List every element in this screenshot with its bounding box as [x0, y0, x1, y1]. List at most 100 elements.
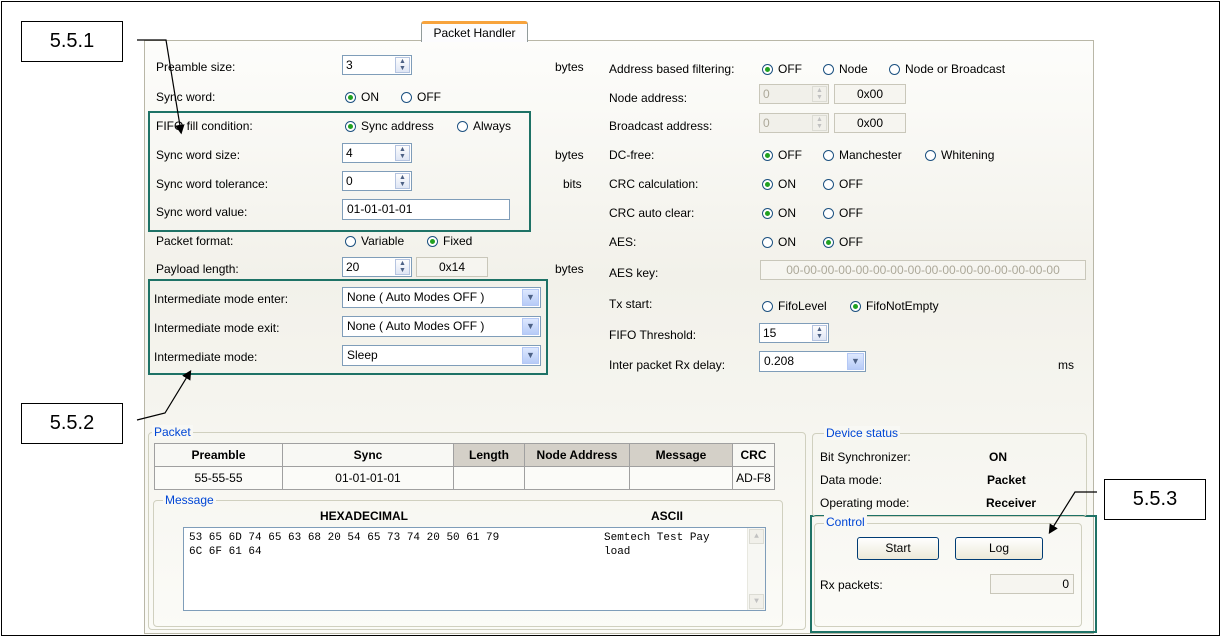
spinner-arrows-icon[interactable]: ▲ ▼: [812, 325, 827, 341]
im-enter-select[interactable]: None ( Auto Modes OFF ) ▼: [342, 287, 541, 308]
im-mode-select[interactable]: Sleep ▼: [342, 345, 541, 366]
sync-word-size-unit: bytes: [555, 148, 584, 162]
crc-clear-off-radio[interactable]: OFF: [823, 206, 863, 220]
radio-checked-icon: [345, 92, 356, 103]
radio-icon: [823, 150, 834, 161]
sync-word-tolerance-unit: bits: [563, 177, 582, 191]
sync-word-value-input[interactable]: 01-01-01-01: [342, 199, 510, 220]
fifo-fill-sync-address-radio[interactable]: Sync address: [345, 119, 434, 133]
dc-free-whitening-radio[interactable]: Whitening: [925, 148, 994, 162]
broadcast-address-spinner[interactable]: 0 ▲ ▼: [759, 113, 829, 133]
op-mode-value: Receiver: [986, 496, 1037, 510]
packet-format-variable-radio[interactable]: Variable: [345, 234, 404, 248]
fifo-threshold-label: FIFO Threshold:: [609, 328, 697, 342]
rx-delay-unit: ms: [1058, 358, 1074, 372]
dc-free-off-radio[interactable]: OFF: [762, 148, 802, 162]
dc-free-label: DC-free:: [609, 148, 655, 162]
preamble-size-label: Preamble size:: [156, 60, 236, 74]
tx-start-fifolevel-radio[interactable]: FifoLevel: [762, 299, 827, 313]
node-address-spinner[interactable]: 0 ▲ ▼: [759, 84, 829, 104]
hex-line-2: 6C 6F 61 64: [189, 546, 262, 558]
addr-filter-node-radio[interactable]: Node: [823, 62, 868, 76]
addr-filter-off-radio[interactable]: OFF: [762, 62, 802, 76]
preamble-size-spinner[interactable]: 3 ▲ ▼: [342, 55, 412, 75]
spinner-arrows-icon[interactable]: ▲ ▼: [395, 173, 410, 189]
crc-calc-off-radio[interactable]: OFF: [823, 177, 863, 191]
spinner-arrows-icon[interactable]: ▲ ▼: [395, 57, 410, 73]
cell-message: [629, 466, 733, 490]
radio-icon: [345, 236, 356, 247]
packet-group-title: Packet: [152, 425, 193, 439]
fifo-threshold-spinner[interactable]: 15 ▲ ▼: [759, 323, 829, 343]
crc-clear-on-radio[interactable]: ON: [762, 206, 796, 220]
radio-checked-icon: [762, 179, 773, 190]
control-title: Control: [824, 515, 867, 529]
message-scrollbar[interactable]: ▲ ▼: [747, 528, 765, 610]
sync-word-tolerance-spinner[interactable]: 0 ▲ ▼: [342, 171, 412, 191]
dc-free-manchester-radio[interactable]: Manchester: [823, 148, 902, 162]
col-preamble: Preamble: [154, 443, 283, 467]
addr-filter-node-broadcast-radio[interactable]: Node or Broadcast: [889, 62, 1005, 76]
fifo-fill-label: FIFO fill condition:: [156, 119, 253, 133]
tx-start-fifonotempty-radio[interactable]: FifoNotEmpty: [850, 299, 939, 313]
packet-format-label: Packet format:: [156, 234, 234, 248]
aes-on-radio[interactable]: ON: [762, 235, 796, 249]
radio-icon: [889, 64, 900, 75]
ascii-line-1: Semtech Test Pay: [604, 532, 710, 544]
rx-delay-select[interactable]: 0.208 ▼: [759, 351, 866, 372]
sync-word-size-label: Sync word size:: [156, 148, 241, 162]
data-mode-value: Packet: [987, 473, 1026, 487]
col-node-address: Node Address: [524, 443, 630, 467]
im-exit-select[interactable]: None ( Auto Modes OFF ) ▼: [342, 316, 541, 337]
chevron-down-icon[interactable]: ▼: [522, 347, 539, 364]
rx-packets-label: Rx packets:: [820, 578, 883, 592]
aes-off-radio[interactable]: OFF: [823, 235, 863, 249]
payload-length-unit: bytes: [555, 262, 584, 276]
packet-table: Preamble Sync Length Node Address Messag…: [154, 443, 775, 490]
aes-key-input[interactable]: 00-00-00-00-00-00-00-00-00-00-00-00-00-0…: [760, 260, 1086, 280]
chevron-down-icon[interactable]: ▼: [847, 353, 864, 370]
cell-sync: 01-01-01-01: [282, 466, 454, 490]
cell-length: [453, 466, 525, 490]
ascii-line-2: load: [604, 546, 631, 558]
radio-checked-icon: [823, 237, 834, 248]
payload-length-hex: 0x14: [416, 257, 488, 277]
tab-packet-handler[interactable]: Packet Handler: [421, 21, 528, 42]
bit-sync-value: ON: [989, 450, 1007, 464]
crc-calc-on-radio[interactable]: ON: [762, 177, 796, 191]
sync-word-off-radio[interactable]: OFF: [401, 90, 441, 104]
sync-word-label: Sync word:: [156, 90, 216, 104]
spinner-arrows-icon[interactable]: ▲ ▼: [395, 145, 410, 161]
sync-word-size-spinner[interactable]: 4 ▲ ▼: [342, 143, 412, 163]
cell-node-address: [524, 466, 630, 490]
scroll-up-icon[interactable]: ▲: [749, 529, 764, 544]
spinner-arrows-icon[interactable]: ▲ ▼: [812, 86, 827, 102]
callout-5-5-2: 5.5.2: [21, 403, 123, 444]
message-group-title: Message: [163, 493, 216, 507]
col-message: Message: [629, 443, 733, 467]
radio-checked-icon: [762, 208, 773, 219]
node-address-hex: 0x00: [834, 84, 906, 104]
chevron-down-icon[interactable]: ▼: [522, 318, 539, 335]
radio-checked-icon: [427, 236, 438, 247]
payload-length-label: Payload length:: [156, 262, 239, 276]
callout-5-5-3: 5.5.3: [1104, 479, 1206, 520]
fifo-fill-always-radio[interactable]: Always: [457, 119, 511, 133]
broadcast-address-hex: 0x00: [834, 113, 906, 133]
radio-icon: [823, 208, 834, 219]
spinner-arrows-icon[interactable]: ▲ ▼: [395, 259, 410, 275]
sync-word-on-radio[interactable]: ON: [345, 90, 379, 104]
aes-label: AES:: [609, 235, 637, 249]
log-button[interactable]: Log: [955, 537, 1043, 560]
radio-icon: [925, 150, 936, 161]
chevron-down-icon[interactable]: ▼: [522, 289, 539, 306]
radio-icon: [823, 64, 834, 75]
payload-length-spinner[interactable]: 20 ▲ ▼: [342, 257, 412, 277]
crc-clear-label: CRC auto clear:: [609, 206, 695, 220]
start-button[interactable]: Start: [857, 537, 939, 560]
scroll-down-icon[interactable]: ▼: [749, 594, 764, 609]
im-enter-label: Intermediate mode enter:: [154, 292, 289, 306]
spinner-arrows-icon[interactable]: ▲ ▼: [812, 115, 827, 131]
packet-format-fixed-radio[interactable]: Fixed: [427, 234, 472, 248]
message-box[interactable]: 53 65 6D 74 65 63 68 20 54 65 73 74 20 5…: [183, 527, 766, 611]
